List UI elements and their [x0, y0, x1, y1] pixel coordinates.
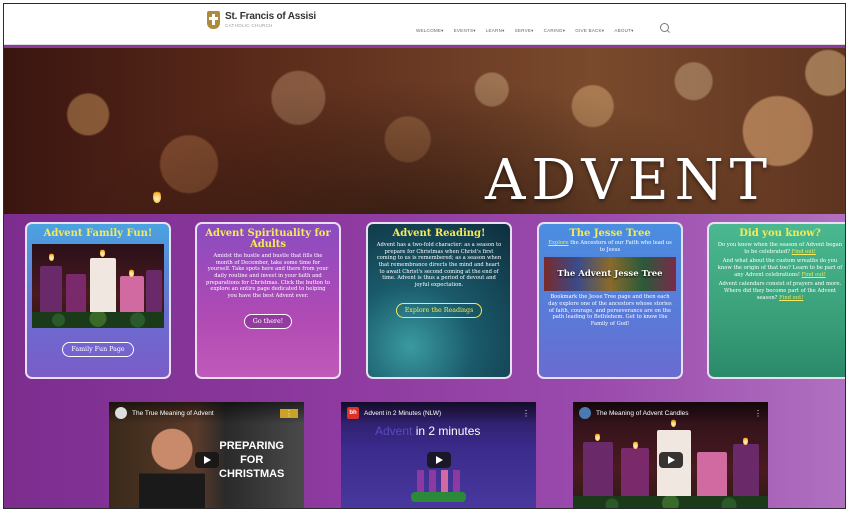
video-title[interactable]: The Meaning of Advent Candles [596, 410, 749, 417]
card-title: The Jesse Tree [569, 228, 651, 239]
play-button-icon[interactable] [658, 452, 683, 469]
fact-1: Do you know when the season of Advent be… [717, 242, 843, 255]
video-overlay-text: PREPARING FOR CHRISTMAS [219, 440, 285, 480]
card-jesse-tree: The Jesse Tree Explore the Ancestors of … [537, 222, 683, 379]
nav-welcome[interactable]: WELCOME▾ [416, 28, 444, 34]
card-body: Bookmark the Jesse Tree page and then ea… [548, 294, 672, 327]
cross-logo-icon [207, 11, 220, 29]
nav-events[interactable]: EVENTS▾ [454, 28, 476, 34]
site-logo[interactable]: St. Francis of Assisi CATHOLIC CHURCH [207, 11, 316, 29]
go-there-button[interactable]: Go there! [243, 313, 293, 329]
hero-banner: ADVENT [4, 48, 845, 214]
nav-caring[interactable]: CARING▾ [544, 28, 566, 34]
video-header: bh Advent in 2 Minutes (NLW) ⋮ [341, 402, 536, 424]
card-advent-reading: Advent Reading! Advent has a two-fold ch… [366, 222, 512, 379]
find-out-link-1[interactable]: Find out! [792, 249, 816, 255]
nav-serve[interactable]: SERVE▾ [515, 28, 534, 34]
video-embed-advent-2-minutes[interactable]: Advent in 2 minutes bh Advent in 2 Minut… [341, 402, 536, 508]
nav-give-back[interactable]: GIVE BACK▾ [575, 28, 604, 34]
channel-avatar[interactable]: bh [347, 407, 359, 419]
video-title[interactable]: Advent in 2 Minutes (NLW) [364, 410, 517, 417]
card-body: Advent has a two-fold character: as a se… [376, 242, 502, 288]
play-button-icon[interactable] [426, 452, 451, 469]
video-embed-true-meaning[interactable]: PREPARING FOR CHRISTMAS The True Meaning… [109, 402, 304, 508]
advent-candles-image [32, 244, 164, 328]
main-nav: WELCOME▾ EVENTS▾ LEARN▾ SERVE▾ CARING▾ G… [416, 28, 634, 34]
video-header: The Meaning of Advent Candles ⋮ [573, 402, 768, 424]
channel-avatar[interactable] [115, 407, 127, 419]
jesse-tree-image[interactable]: The Advent Jesse Tree [544, 257, 676, 292]
video-header: The True Meaning of Advent ⋮ [109, 402, 304, 424]
logo-subtitle: CATHOLIC CHURCH [225, 22, 273, 28]
card-did-you-know: Did you know? Do you know when the seaso… [707, 222, 845, 379]
jesse-intro: the Ancestors of our Faith who lead us t… [570, 240, 672, 253]
card-body: Amidst the hustle and bustle that fills … [206, 253, 330, 299]
play-button-icon[interactable] [194, 452, 219, 469]
card-title: Advent Spirituality for Adults [205, 228, 331, 250]
site-header: St. Francis of Assisi CATHOLIC CHURCH WE… [4, 4, 845, 45]
card-title: Did you know? [739, 228, 821, 239]
card-family-fun: Advent Family Fun! Family Fun Page [25, 222, 171, 379]
video-menu-icon[interactable]: ⋮ [754, 409, 762, 418]
video-title[interactable]: The True Meaning of Advent [132, 410, 275, 417]
find-out-link-3[interactable]: Find out! [779, 295, 803, 301]
candle-flame-icon [153, 189, 161, 203]
browser-frame: St. Francis of Assisi CATHOLIC CHURCH WE… [3, 3, 846, 509]
video-menu-icon[interactable]: ⋮ [280, 408, 298, 418]
search-icon[interactable] [660, 23, 669, 32]
nav-about[interactable]: ABOUT▾ [614, 28, 633, 34]
explore-readings-button[interactable]: Explore the Readings [395, 302, 483, 318]
find-out-link-2[interactable]: Find out! [802, 272, 826, 278]
card-title: Advent Reading! [392, 228, 486, 239]
jesse-image-label: The Advent Jesse Tree [557, 269, 663, 280]
video-overlay-text: Advent in 2 minutes [375, 424, 481, 438]
video-menu-icon[interactable]: ⋮ [522, 409, 530, 418]
logo-name: St. Francis of Assisi [225, 10, 317, 22]
explore-link[interactable]: Explore [548, 240, 568, 246]
card-title: Advent Family Fun! [43, 228, 153, 239]
video-embed-advent-candles[interactable]: The Meaning of Advent Candles ⋮ [573, 402, 768, 508]
family-fun-page-button[interactable]: Family Fun Page [62, 342, 134, 357]
card-spirituality-adults: Advent Spirituality for Adults Amidst th… [195, 222, 341, 379]
channel-avatar[interactable] [579, 407, 591, 419]
hero-title: ADVENT [484, 148, 773, 213]
nav-learn[interactable]: LEARN▾ [486, 28, 505, 34]
